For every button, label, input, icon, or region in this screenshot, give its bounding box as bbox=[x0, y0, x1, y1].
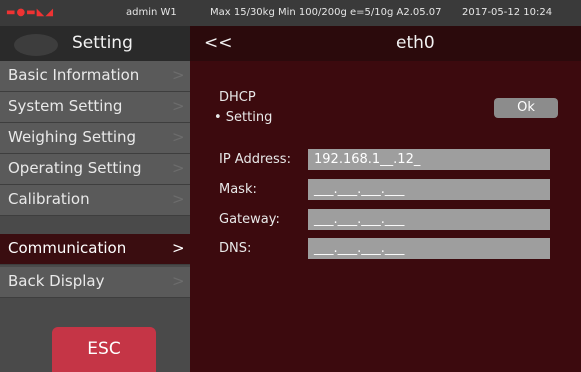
chevron-right-icon: > bbox=[172, 128, 185, 146]
dns-field[interactable]: ___.___.___.___ bbox=[308, 238, 550, 259]
dhcp-setting-option[interactable]: • Setting bbox=[214, 110, 272, 125]
chevron-right-icon: > bbox=[172, 66, 185, 84]
signal-indicator-icon: ▬●▬◣◢ bbox=[6, 7, 55, 18]
user-label: admin W1 bbox=[126, 7, 177, 18]
back-button[interactable]: << bbox=[204, 33, 233, 53]
menu-item-calibration[interactable]: Calibration > bbox=[0, 185, 190, 216]
chevron-right-icon: > bbox=[172, 97, 185, 115]
ok-button[interactable]: Ok bbox=[494, 98, 558, 118]
menu-item-label: Weighing Setting bbox=[8, 128, 137, 146]
page-title: Setting bbox=[72, 33, 133, 53]
interface-name: eth0 bbox=[396, 33, 435, 53]
scale-specs: Max 15/30kg Min 100/200g e=5/10g A2.05.0… bbox=[210, 7, 442, 18]
status-bar: ▬●▬◣◢ admin W1 Max 15/30kg Min 100/200g … bbox=[0, 0, 581, 26]
settings-header: Setting bbox=[0, 26, 190, 61]
dns-label: DNS: bbox=[219, 241, 252, 256]
ip-address-label: IP Address: bbox=[219, 152, 291, 167]
menu-item-label: System Setting bbox=[8, 97, 123, 115]
device-screen: ▬●▬◣◢ admin W1 Max 15/30kg Min 100/200g … bbox=[0, 0, 581, 372]
menu-item-basic-information[interactable]: Basic Information > bbox=[0, 61, 190, 92]
chevron-right-icon: > bbox=[172, 190, 185, 208]
menu-item-label: Basic Information bbox=[8, 66, 140, 84]
menu-item-label: Communication bbox=[8, 239, 127, 257]
header-decoration-icon bbox=[14, 34, 58, 56]
menu-item-communication[interactable]: Communication > bbox=[0, 234, 190, 265]
chevron-right-icon: > bbox=[172, 159, 185, 177]
network-header: << eth0 bbox=[190, 26, 581, 61]
gateway-field[interactable]: ___.___.___.___ bbox=[308, 209, 550, 230]
menu-item-back-display[interactable]: Back Display > bbox=[0, 267, 190, 298]
menu-item-label: Back Display bbox=[8, 272, 105, 290]
datetime: 2017-05-12 10:24 bbox=[462, 7, 553, 18]
chevron-right-icon: > bbox=[172, 239, 185, 257]
ip-address-field[interactable]: 192.168.1__.12_ bbox=[308, 149, 550, 170]
esc-button[interactable]: ESC bbox=[52, 327, 156, 372]
dhcp-label: DHCP bbox=[219, 90, 256, 105]
mask-field[interactable]: ___.___.___.___ bbox=[308, 179, 550, 200]
settings-menu: Basic Information > System Setting > Wei… bbox=[0, 61, 190, 372]
menu-item-label: Operating Setting bbox=[8, 159, 142, 177]
menu-item-weighing-setting[interactable]: Weighing Setting > bbox=[0, 123, 190, 154]
gateway-label: Gateway: bbox=[219, 212, 280, 227]
menu-item-system-setting[interactable]: System Setting > bbox=[0, 92, 190, 123]
menu-item-operating-setting[interactable]: Operating Setting > bbox=[0, 154, 190, 185]
mask-label: Mask: bbox=[219, 182, 257, 197]
chevron-right-icon: > bbox=[172, 272, 185, 290]
menu-item-label: Calibration bbox=[8, 190, 90, 208]
